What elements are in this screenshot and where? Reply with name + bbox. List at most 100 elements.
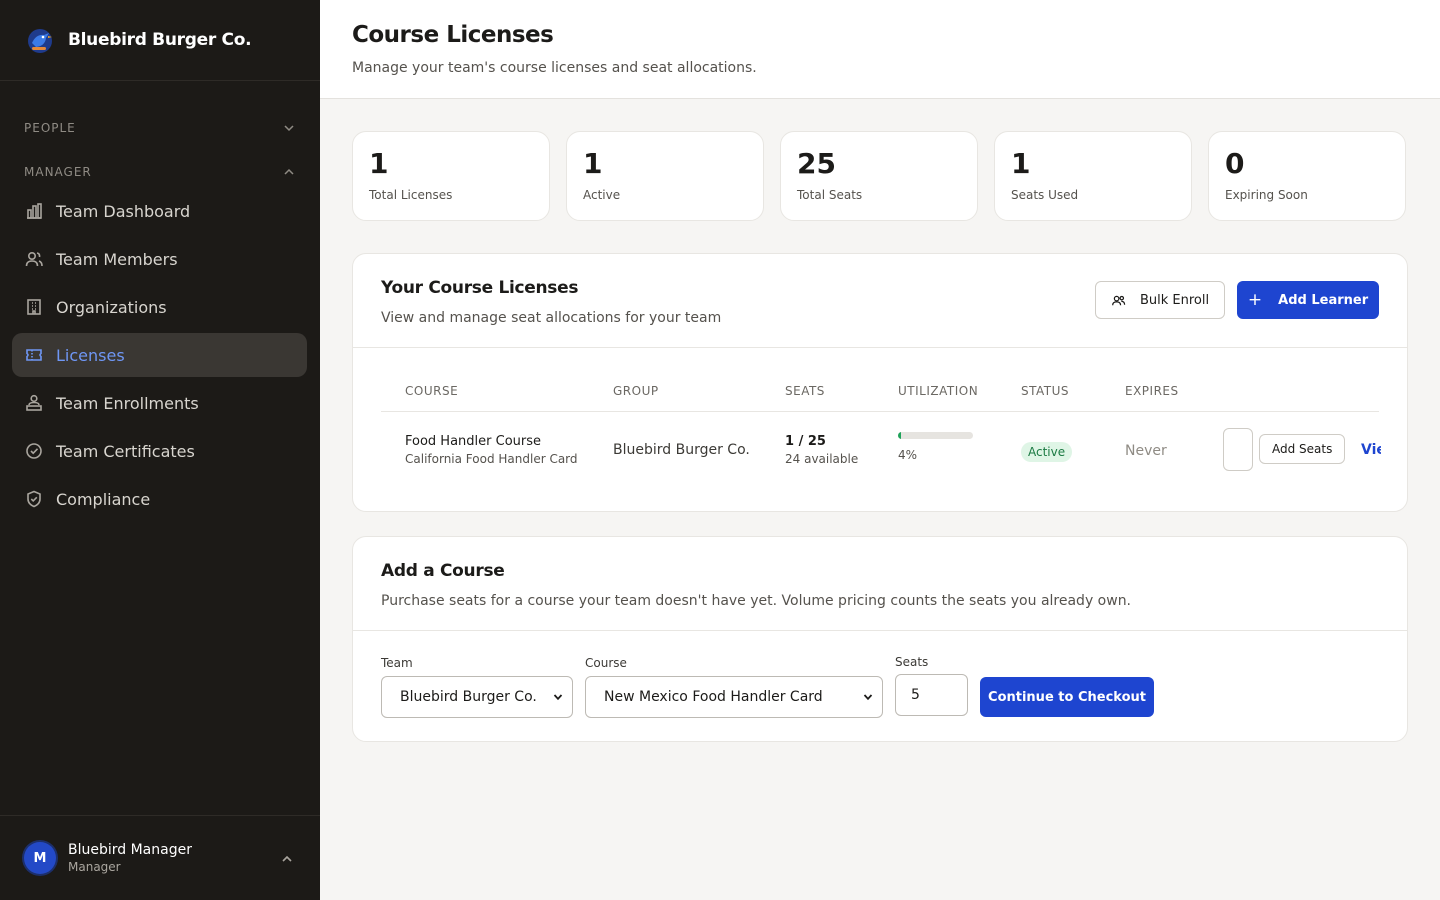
stat-total-seats: 25 Total Seats bbox=[780, 131, 978, 221]
stat-active: 1 Active bbox=[566, 131, 764, 221]
stat-seats-used: 1 Seats Used bbox=[994, 131, 1192, 221]
stat-total-licenses: 1 Total Licenses bbox=[352, 131, 550, 221]
avatar: M bbox=[24, 842, 56, 874]
stats-row: 1 Total Licenses 1 Active 25 Total Seats… bbox=[352, 131, 1406, 221]
brand-name: Bluebird Burger Co. bbox=[68, 30, 252, 50]
licenses-table-header: COURSE GROUP SEATS UTILIZATION STATUS EX… bbox=[381, 382, 1379, 412]
utilization-cell: 4% bbox=[898, 432, 973, 462]
sidebar-item-team-certificates[interactable]: Team Certificates bbox=[12, 429, 307, 473]
sidebar-item-label: Organizations bbox=[56, 297, 167, 317]
stat-label: Expiring Soon bbox=[1225, 187, 1308, 202]
view-link-label: View bbox=[1361, 442, 1381, 458]
add-course-subtitle: Purchase seats for a course your team do… bbox=[381, 593, 1132, 609]
shield-check-icon bbox=[27, 490, 41, 508]
sidebar-item-label: Team Certificates bbox=[56, 441, 195, 461]
stat-label: Seats Used bbox=[1011, 187, 1079, 202]
bulk-enroll-button[interactable]: Bulk Enroll bbox=[1095, 281, 1225, 319]
add-course-card: Add a Course Purchase seats for a course… bbox=[352, 536, 1408, 742]
users-icon bbox=[25, 251, 43, 267]
column-header-course: COURSE bbox=[405, 384, 459, 398]
sidebar-item-label: Licenses bbox=[56, 345, 125, 365]
add-seats-button[interactable]: Add Seats bbox=[1259, 434, 1346, 464]
continue-to-checkout-button[interactable]: Continue to Checkout bbox=[980, 677, 1154, 717]
stat-value: 25 bbox=[797, 147, 836, 180]
utilization-bar-fill bbox=[898, 432, 901, 439]
main-content: Course Licenses Manage your team's cours… bbox=[320, 0, 1440, 900]
team-select[interactable]: Bluebird Burger Co. bbox=[381, 676, 573, 718]
add-learner-label: Add Learner bbox=[1278, 292, 1369, 308]
chevron-down-icon bbox=[863, 694, 873, 701]
column-header-seats: SEATS bbox=[785, 384, 825, 398]
course-select[interactable]: New Mexico Food Handler Card bbox=[585, 676, 883, 718]
stat-value: 1 bbox=[369, 147, 389, 180]
seats-label: Seats bbox=[895, 655, 929, 669]
add-course-title: Add a Course bbox=[381, 561, 505, 581]
expires-cell: Never bbox=[1125, 443, 1167, 459]
brand[interactable]: Bluebird Burger Co. bbox=[0, 0, 320, 81]
chevron-up-icon bbox=[284, 168, 294, 175]
sidebar-item-organizations[interactable]: Organizations bbox=[12, 285, 307, 329]
status-cell: Active bbox=[1021, 442, 1073, 462]
licenses-subtitle: View and manage seat allocations for you… bbox=[381, 310, 722, 326]
licenses-card: Your Course Licenses View and manage sea… bbox=[352, 253, 1408, 512]
stat-expiring-soon: 0 Expiring Soon bbox=[1208, 131, 1406, 221]
utilization-percent: 4% bbox=[898, 448, 918, 462]
page-subtitle: Manage your team's course licenses and s… bbox=[352, 60, 757, 76]
chevron-down-icon bbox=[553, 694, 563, 701]
sidebar-item-team-members[interactable]: Team Members bbox=[12, 237, 307, 281]
seats-used: 1 / 25 bbox=[785, 434, 826, 449]
column-header-expires: EXPIRES bbox=[1125, 384, 1179, 398]
building-icon bbox=[27, 299, 41, 315]
sidebar-item-label: Team Members bbox=[56, 249, 178, 269]
course-label: Course bbox=[585, 656, 627, 670]
section-manager[interactable]: MANAGER bbox=[24, 165, 296, 179]
user-name: Bluebird Manager bbox=[68, 842, 192, 858]
seat-count-input[interactable] bbox=[1223, 428, 1253, 471]
enroll-icon bbox=[26, 394, 42, 411]
sidebar-item-team-enrollments[interactable]: Team Enrollments bbox=[12, 381, 307, 425]
course-card-type: California Food Handler Card bbox=[405, 452, 578, 466]
stat-label: Total Seats bbox=[797, 187, 863, 202]
group-cell: Bluebird Burger Co. bbox=[613, 442, 750, 458]
course-name: Food Handler Course bbox=[405, 434, 542, 449]
column-header-utilization: UTILIZATION bbox=[898, 384, 979, 398]
stat-label: Active bbox=[583, 187, 621, 202]
add-seats-label: Add Seats bbox=[1259, 434, 1346, 464]
sidebar-item-licenses[interactable]: Licenses bbox=[12, 333, 307, 377]
ticket-icon bbox=[26, 349, 42, 361]
section-manager-label: MANAGER bbox=[24, 165, 92, 179]
stat-label: Total Licenses bbox=[369, 187, 453, 202]
bluebird-logo-icon bbox=[28, 29, 52, 53]
sidebar-item-compliance[interactable]: Compliance bbox=[12, 477, 307, 521]
sidebar-item-team-dashboard[interactable]: Team Dashboard bbox=[12, 189, 307, 233]
sidebar-item-label: Team Enrollments bbox=[56, 393, 199, 413]
page-header: Course Licenses Manage your team's cours… bbox=[320, 0, 1440, 99]
course-cell: Food Handler Course California Food Hand… bbox=[405, 434, 578, 466]
section-people-label: PEOPLE bbox=[24, 121, 76, 135]
seats-cell: 1 / 25 24 available bbox=[785, 434, 858, 466]
add-course-header: Add a Course Purchase seats for a course… bbox=[353, 537, 1407, 631]
seats-input[interactable]: 5 bbox=[895, 674, 968, 716]
chevron-up-icon bbox=[282, 855, 292, 862]
licenses-title: Your Course Licenses bbox=[381, 278, 579, 298]
stat-value: 1 bbox=[1011, 147, 1031, 180]
bar-chart-icon bbox=[27, 203, 42, 219]
section-people[interactable]: PEOPLE bbox=[24, 121, 296, 135]
badge-check-icon bbox=[26, 443, 42, 459]
status-badge: Active bbox=[1021, 442, 1073, 462]
view-license-link[interactable]: View bbox=[1361, 442, 1381, 458]
team-select-value: Bluebird Burger Co. bbox=[400, 689, 537, 705]
column-header-group: GROUP bbox=[613, 384, 659, 398]
team-label: Team bbox=[381, 656, 413, 670]
stat-value: 1 bbox=[583, 147, 603, 180]
seats-available: 24 available bbox=[785, 452, 859, 466]
users-icon bbox=[1112, 295, 1126, 305]
chevron-down-icon bbox=[284, 125, 294, 132]
sidebar-item-label: Team Dashboard bbox=[56, 201, 191, 221]
add-learner-button[interactable]: + Add Learner bbox=[1237, 281, 1379, 319]
sidebar: Bluebird Burger Co. PEOPLE MANAGER Team … bbox=[0, 0, 320, 900]
plus-icon: + bbox=[1247, 290, 1263, 310]
utilization-bar bbox=[898, 432, 973, 439]
user-menu[interactable]: M Bluebird Manager Manager bbox=[0, 815, 320, 900]
user-role: Manager bbox=[68, 860, 121, 874]
